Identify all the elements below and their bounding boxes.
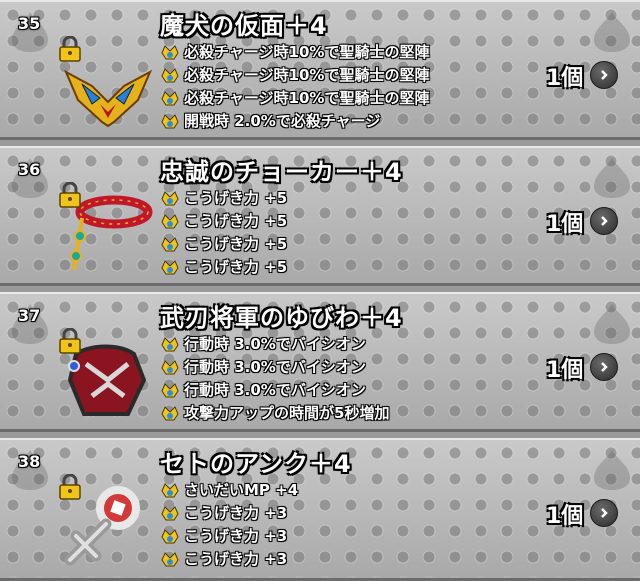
effect-list: さいだいMP +4 こうげき力 +3 こうげき力 +3 こうげき力 +3 [160, 478, 298, 570]
effect-list: 行動時 3.0%でバイシオン 行動時 3.0%でバイシオン 行動時 3.0%でバ… [160, 332, 389, 424]
effect-line: こうげき力 +3 [160, 547, 298, 570]
crown-gem-icon [161, 213, 179, 228]
effect-line: 攻撃力アップの時間が5秒増加 [160, 401, 389, 424]
effect-line: こうげき力 +5 [160, 255, 287, 278]
lock-icon[interactable] [58, 328, 82, 354]
detail-button[interactable] [590, 61, 618, 89]
effect-list: こうげき力 +5 こうげき力 +5 こうげき力 +5 こうげき力 +5 [160, 186, 287, 278]
item-name: 武刃将軍のゆびわ＋4 [160, 304, 403, 332]
effect-line: 必殺チャージ時10%で聖騎士の堅陣 [160, 63, 429, 86]
effect-line: こうげき力 +5 [160, 186, 287, 209]
crown-gem-icon [161, 505, 179, 520]
accessory-row[interactable]: 37 武刃将軍のゆびわ＋4 行動時 3.0%でバイシオン 行動時 3.0%でバイ… [0, 292, 640, 432]
effect-text: 必殺チャージ時10%で聖騎士の堅陣 [184, 89, 430, 107]
item-count: 1個 [546, 358, 584, 383]
item-count: 1個 [546, 504, 584, 529]
lock-icon[interactable] [58, 36, 82, 62]
effect-text: こうげき力 +5 [184, 258, 288, 276]
item-number: 35 [18, 14, 41, 33]
effect-line: こうげき力 +5 [160, 232, 287, 255]
detail-button[interactable] [590, 207, 618, 235]
detail-button[interactable] [590, 353, 618, 381]
slime-watermark-icon [594, 304, 630, 344]
chevron-right-icon [601, 508, 608, 518]
crown-gem-icon [161, 236, 179, 251]
crown-gem-icon [161, 405, 179, 420]
effect-text: こうげき力 +3 [184, 527, 288, 545]
effect-line: さいだいMP +4 [160, 478, 298, 501]
accessory-row[interactable]: 36 忠誠のチョーカー＋4 こうげき力 +5 こうげき力 +5 こうげき力 +5… [0, 146, 640, 286]
item-count: 1個 [546, 212, 584, 237]
crown-gem-icon [161, 482, 179, 497]
crown-gem-icon [161, 551, 179, 566]
item-name: 魔犬の仮面＋4 [160, 12, 328, 40]
crown-gem-icon [161, 528, 179, 543]
chevron-right-icon [601, 362, 608, 372]
crown-gem-icon [161, 113, 179, 128]
effect-line: 開戦時 2.0%で必殺チャージ [160, 109, 429, 132]
detail-button[interactable] [590, 499, 618, 527]
effect-line: こうげき力 +3 [160, 501, 298, 524]
effect-line: 行動時 3.0%でバイシオン [160, 332, 389, 355]
crown-gem-icon [161, 359, 179, 374]
effect-text: こうげき力 +3 [184, 504, 288, 522]
crown-gem-icon [161, 90, 179, 105]
accessory-row[interactable]: 38 セトのアンク＋4 さいだいMP +4 こうげき力 +3 こうげき力 +3 … [0, 438, 640, 581]
item-number: 38 [18, 452, 41, 471]
crown-gem-icon [161, 382, 179, 397]
effect-text: 攻撃力アップの時間が5秒増加 [184, 404, 390, 422]
effect-text: こうげき力 +3 [184, 550, 288, 568]
lock-icon[interactable] [58, 474, 82, 500]
item-name: 忠誠のチョーカー＋4 [160, 158, 403, 186]
effect-text: さいだいMP +4 [184, 481, 299, 499]
effect-line: 行動時 3.0%でバイシオン [160, 355, 389, 378]
effect-text: こうげき力 +5 [184, 189, 288, 207]
slime-watermark-icon [594, 158, 630, 198]
effect-text: 開戦時 2.0%で必殺チャージ [184, 112, 381, 130]
effect-text: こうげき力 +5 [184, 212, 288, 230]
crown-gem-icon [161, 259, 179, 274]
crown-gem-icon [161, 67, 179, 82]
item-number: 37 [18, 306, 41, 325]
item-number: 36 [18, 160, 41, 179]
crown-gem-icon [161, 336, 179, 351]
effect-line: 行動時 3.0%でバイシオン [160, 378, 389, 401]
effect-text: 行動時 3.0%でバイシオン [184, 335, 366, 353]
effect-text: 必殺チャージ時10%で聖騎士の堅陣 [184, 66, 430, 84]
effect-line: 必殺チャージ時10%で聖騎士の堅陣 [160, 86, 429, 109]
effect-line: 必殺チャージ時10%で聖騎士の堅陣 [160, 40, 429, 63]
slime-watermark-icon [594, 450, 630, 490]
lock-icon[interactable] [58, 182, 82, 208]
effect-text: こうげき力 +5 [184, 235, 288, 253]
crown-gem-icon [161, 190, 179, 205]
crown-gem-icon [161, 44, 179, 59]
item-name: セトのアンク＋4 [160, 450, 352, 478]
effect-line: こうげき力 +5 [160, 209, 287, 232]
chevron-right-icon [601, 216, 608, 226]
effect-text: 行動時 3.0%でバイシオン [184, 381, 366, 399]
item-count: 1個 [546, 66, 584, 91]
effect-text: 行動時 3.0%でバイシオン [184, 358, 366, 376]
chevron-right-icon [601, 70, 608, 80]
accessory-row[interactable]: 35 魔犬の仮面＋4 必殺チャージ時10%で聖騎士の堅陣 必殺チャージ時10%で… [0, 0, 640, 140]
effect-text: 必殺チャージ時10%で聖騎士の堅陣 [184, 43, 430, 61]
effect-list: 必殺チャージ時10%で聖騎士の堅陣 必殺チャージ時10%で聖騎士の堅陣 必殺チャ… [160, 40, 429, 132]
slime-watermark-icon [594, 12, 630, 52]
effect-line: こうげき力 +3 [160, 524, 298, 547]
accessory-list: 35 魔犬の仮面＋4 必殺チャージ時10%で聖騎士の堅陣 必殺チャージ時10%で… [0, 0, 640, 581]
